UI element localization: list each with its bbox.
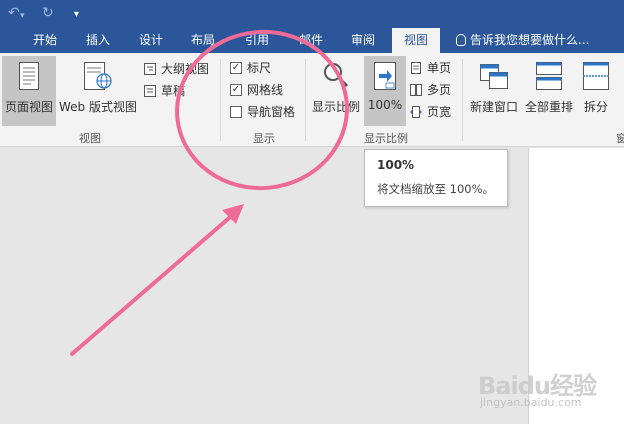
print-layout-button[interactable]: 页面视图 <box>2 56 56 126</box>
zoom-100-icon <box>374 62 396 90</box>
tab-view[interactable]: 视图 <box>392 28 440 53</box>
print-layout-label: 页面视图 <box>4 100 53 114</box>
ruler-label: 标尺 <box>247 61 272 75</box>
customize-qat-icon[interactable]: ▾ <box>74 7 79 23</box>
arrange-all-label: 全部重排 <box>524 100 573 114</box>
gridlines-label: 网格线 <box>247 83 284 97</box>
undo-dropdown-icon[interactable]: ▾ <box>20 8 25 24</box>
tab-references[interactable]: 引用 <box>236 28 278 53</box>
window-group-label: 窗 <box>616 132 624 145</box>
baidu-watermark: Baidu经验 jingyan.baidu.com <box>478 366 618 416</box>
split-icon <box>583 62 609 90</box>
draft-icon <box>144 85 156 97</box>
group-separator <box>462 59 463 141</box>
lightbulb-icon <box>456 34 466 46</box>
web-layout-button[interactable]: Web 版式视图 <box>58 56 138 126</box>
tab-home[interactable]: 开始 <box>24 28 66 53</box>
zoom-button[interactable]: 显示比例 <box>310 56 362 126</box>
magnifier-icon <box>324 63 349 88</box>
page-width-icon <box>410 106 422 118</box>
outline-icon <box>144 63 156 75</box>
nav-pane-label: 导航窗格 <box>247 105 296 119</box>
tell-me-text: 告诉我您想要做什么... <box>470 33 590 47</box>
group-separator <box>305 59 306 141</box>
redo-icon[interactable]: ↻ <box>42 5 54 21</box>
draft-label: 草稿 <box>161 84 186 98</box>
zoom-100-label: 100% <box>367 98 403 112</box>
tooltip-title: 100% <box>377 158 415 172</box>
web-layout-label: Web 版式视图 <box>59 100 137 114</box>
outline-label: 大纲视图 <box>161 62 210 76</box>
split-button[interactable]: 拆分 <box>576 56 616 126</box>
page-width-label: 页宽 <box>427 105 452 119</box>
nav-pane-check[interactable] <box>230 106 242 118</box>
new-window-button[interactable]: 新建窗口 <box>466 56 522 126</box>
zoom-label: 显示比例 <box>311 100 360 114</box>
split-label: 拆分 <box>583 100 608 114</box>
views-group-label: 视图 <box>79 132 101 145</box>
show-group-label: 显示 <box>253 132 275 145</box>
tell-me-search[interactable]: 告诉我您想要做什么... <box>456 28 589 53</box>
ruler-check[interactable]: ✓ <box>230 62 242 74</box>
zoom-100-button[interactable]: 100% <box>364 56 406 126</box>
page-icon <box>19 62 39 90</box>
tab-review[interactable]: 审阅 <box>342 28 384 53</box>
multiple-pages-label: 多页 <box>427 83 452 97</box>
ribbon-view: 页面视图 Web 版式视图 大纲视图 草稿 视图 ✓ 标尺 ✓ 网格线 导航窗格… <box>0 53 624 147</box>
arrange-all-icon <box>536 62 562 90</box>
undo-icon[interactable]: ↶ <box>8 5 20 21</box>
tab-mailings[interactable]: 邮件 <box>290 28 332 53</box>
multiple-pages-icon <box>410 84 422 96</box>
zoom-group-label: 显示比例 <box>364 132 408 145</box>
zoom-100-tooltip: 100% 将文档缩放至 100%。 <box>364 149 508 207</box>
title-bar: ↶ ▾ ↻ ▾ <box>0 0 624 28</box>
arrange-all-button[interactable]: 全部重排 <box>522 56 576 126</box>
new-window-label: 新建窗口 <box>469 100 518 114</box>
one-page-label: 单页 <box>427 61 452 75</box>
one-page-icon <box>411 62 421 74</box>
gridlines-check[interactable]: ✓ <box>230 84 242 96</box>
new-window-icon <box>480 64 508 89</box>
watermark-sub: jingyan.baidu.com <box>480 396 582 409</box>
group-separator <box>220 59 221 141</box>
tab-design[interactable]: 设计 <box>130 28 172 53</box>
ribbon-tab-bar: 开始 插入 设计 布局 引用 邮件 审阅 视图 告诉我您想要做什么... <box>0 28 624 53</box>
tooltip-description: 将文档缩放至 100%。 <box>377 182 495 196</box>
web-layout-icon <box>84 62 112 90</box>
tab-insert[interactable]: 插入 <box>77 28 119 53</box>
tab-layout[interactable]: 布局 <box>182 28 224 53</box>
